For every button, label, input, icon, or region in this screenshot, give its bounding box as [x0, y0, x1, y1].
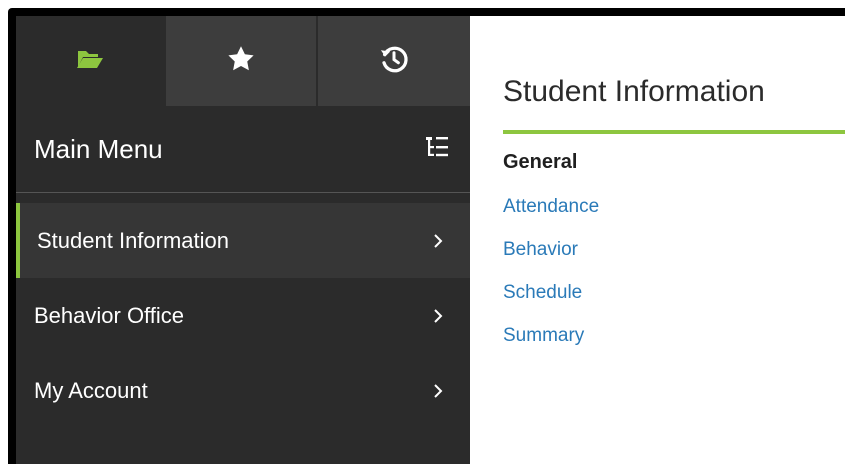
sidebar-item-my-account[interactable]: My Account — [16, 353, 470, 428]
submenu-links: Attendance Behavior Schedule Summary — [503, 196, 845, 347]
menu-title: Main Menu — [34, 133, 163, 164]
sidebar-item-label: My Account — [34, 377, 148, 403]
chevron-right-icon — [430, 383, 446, 399]
app-window: Main Menu Student Information Behavior O… — [16, 16, 845, 464]
sidebar-item-behavior-office[interactable]: Behavior Office — [16, 278, 470, 353]
link-summary[interactable]: Summary — [503, 325, 845, 347]
sidebar: Main Menu Student Information Behavior O… — [16, 16, 470, 464]
chevron-right-icon — [430, 308, 446, 324]
sidebar-item-label: Student Information — [37, 227, 230, 253]
tree-list-icon[interactable] — [424, 135, 450, 164]
folder-open-icon — [76, 48, 104, 75]
app-frame: Main Menu Student Information Behavior O… — [8, 8, 845, 464]
title-divider — [503, 130, 845, 134]
menu-header: Main Menu — [16, 106, 470, 193]
page-title: Student Information — [503, 75, 765, 108]
link-attendance[interactable]: Attendance — [503, 196, 845, 218]
star-icon — [226, 44, 256, 79]
tab-favorites[interactable] — [164, 16, 316, 106]
chevron-right-icon — [430, 233, 446, 249]
history-icon — [379, 44, 409, 79]
tab-index[interactable] — [16, 16, 164, 106]
main-menu-list: Student Information Behavior Office My A… — [16, 193, 470, 428]
submenu-panel: Student Information General Attendance B… — [470, 16, 845, 464]
sidebar-item-student-information[interactable]: Student Information — [16, 203, 470, 278]
tab-recent[interactable] — [316, 16, 470, 106]
sidebar-top-tabs — [16, 16, 470, 106]
sidebar-item-label: Behavior Office — [34, 302, 185, 328]
link-behavior[interactable]: Behavior — [503, 239, 845, 261]
group-heading-general: General — [503, 151, 578, 173]
link-schedule[interactable]: Schedule — [503, 282, 845, 304]
